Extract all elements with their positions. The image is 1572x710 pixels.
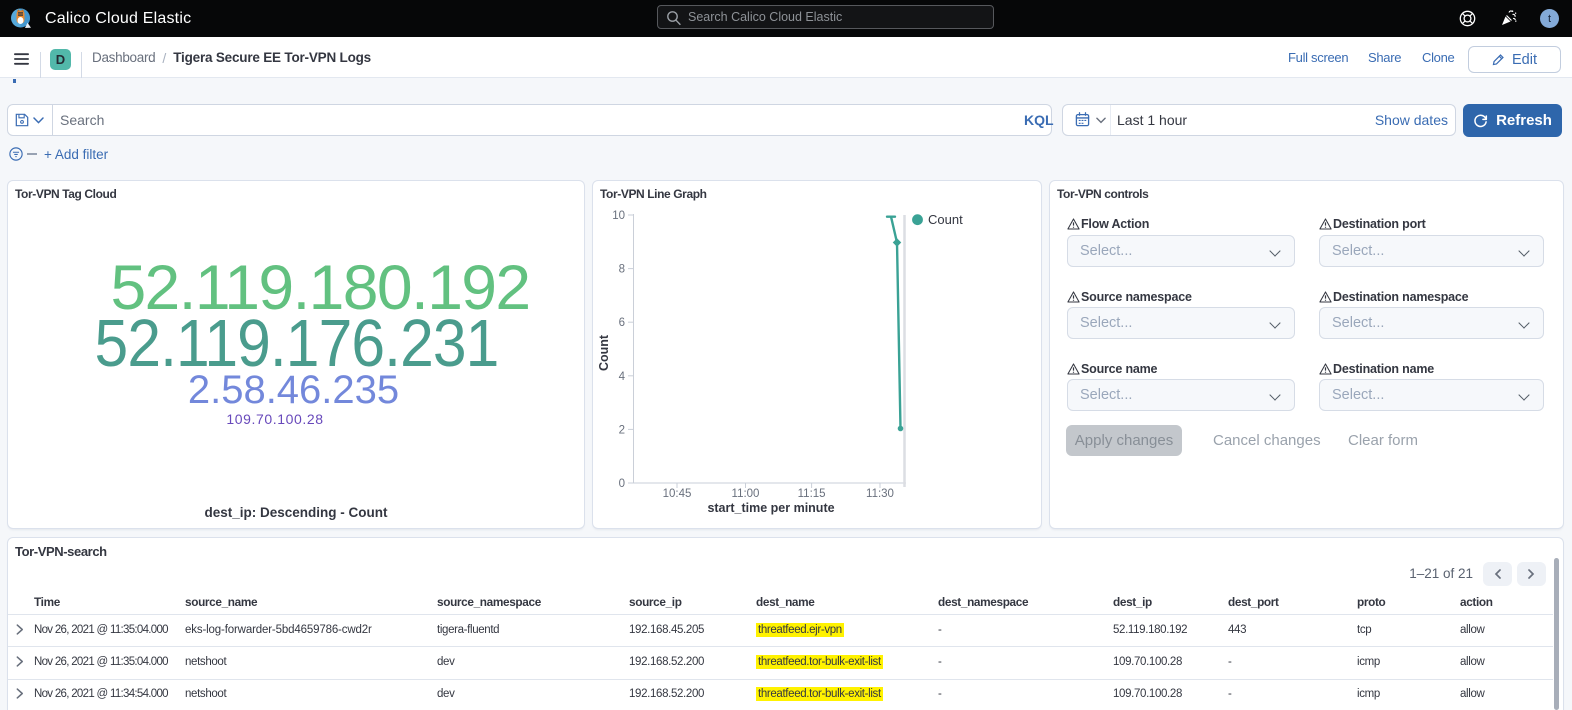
svg-text:11:15: 11:15 (798, 488, 826, 500)
svg-text:10:45: 10:45 (663, 488, 692, 500)
svg-text:8: 8 (619, 264, 625, 276)
svg-text:Count: Count (928, 212, 963, 227)
svg-text:10: 10 (612, 210, 625, 222)
svg-text:0: 0 (619, 478, 625, 490)
svg-text:start_time per minute: start_time per minute (707, 501, 834, 515)
svg-text:6: 6 (619, 317, 625, 329)
svg-text:4: 4 (619, 371, 626, 383)
svg-text:Count: Count (597, 334, 611, 371)
svg-text:11:30: 11:30 (866, 488, 894, 500)
svg-text:2: 2 (619, 424, 625, 436)
svg-text:11:00: 11:00 (732, 488, 760, 500)
